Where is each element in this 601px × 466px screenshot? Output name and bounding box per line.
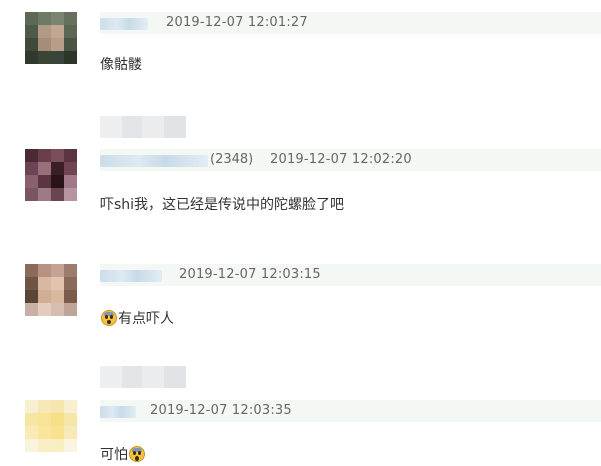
comment-timestamp: 2019-12-07 12:03:35 [150, 403, 292, 418]
comment-timestamp: 2019-12-07 12:02:20 [270, 152, 412, 167]
comment-text-content: 有点吓人 [118, 311, 174, 327]
comment-meta-bar: 2019-12-07 12:03:35 [100, 400, 601, 422]
comment-meta-bar: 2019-12-07 12:01:27 [100, 12, 601, 34]
avatar[interactable] [25, 149, 77, 201]
blurred-username[interactable] [100, 155, 208, 167]
user-count: (2348) [210, 152, 254, 167]
blurred-reply-bar [100, 116, 186, 138]
blurred-username[interactable] [100, 406, 136, 418]
comment-text: 吓shi我，这已经是传说中的陀螺脸了吧 [100, 197, 345, 213]
avatar[interactable] [25, 12, 77, 64]
blurred-reply-bar [100, 366, 186, 388]
comment-list: 2019-12-07 12:01:27 像骷髅 (2348) 2019-12-0… [0, 0, 601, 466]
comment-timestamp: 2019-12-07 12:01:27 [166, 15, 308, 30]
comment-text: 可怕 [100, 444, 146, 464]
comment-text: 像骷髅 [100, 57, 142, 73]
comment-meta-bar: 2019-12-07 12:03:15 [100, 264, 601, 286]
comment-timestamp: 2019-12-07 12:03:15 [179, 267, 321, 282]
avatar[interactable] [25, 400, 77, 452]
comment-text: 有点吓人 [100, 308, 174, 328]
comment-meta-bar: (2348) 2019-12-07 12:02:20 [100, 149, 601, 171]
fearful-face-icon [101, 310, 117, 326]
blurred-username[interactable] [100, 18, 148, 30]
avatar[interactable] [25, 264, 77, 316]
comment-text-content: 可怕 [100, 447, 128, 463]
scream-face-icon [129, 446, 145, 462]
blurred-username[interactable] [100, 270, 162, 282]
